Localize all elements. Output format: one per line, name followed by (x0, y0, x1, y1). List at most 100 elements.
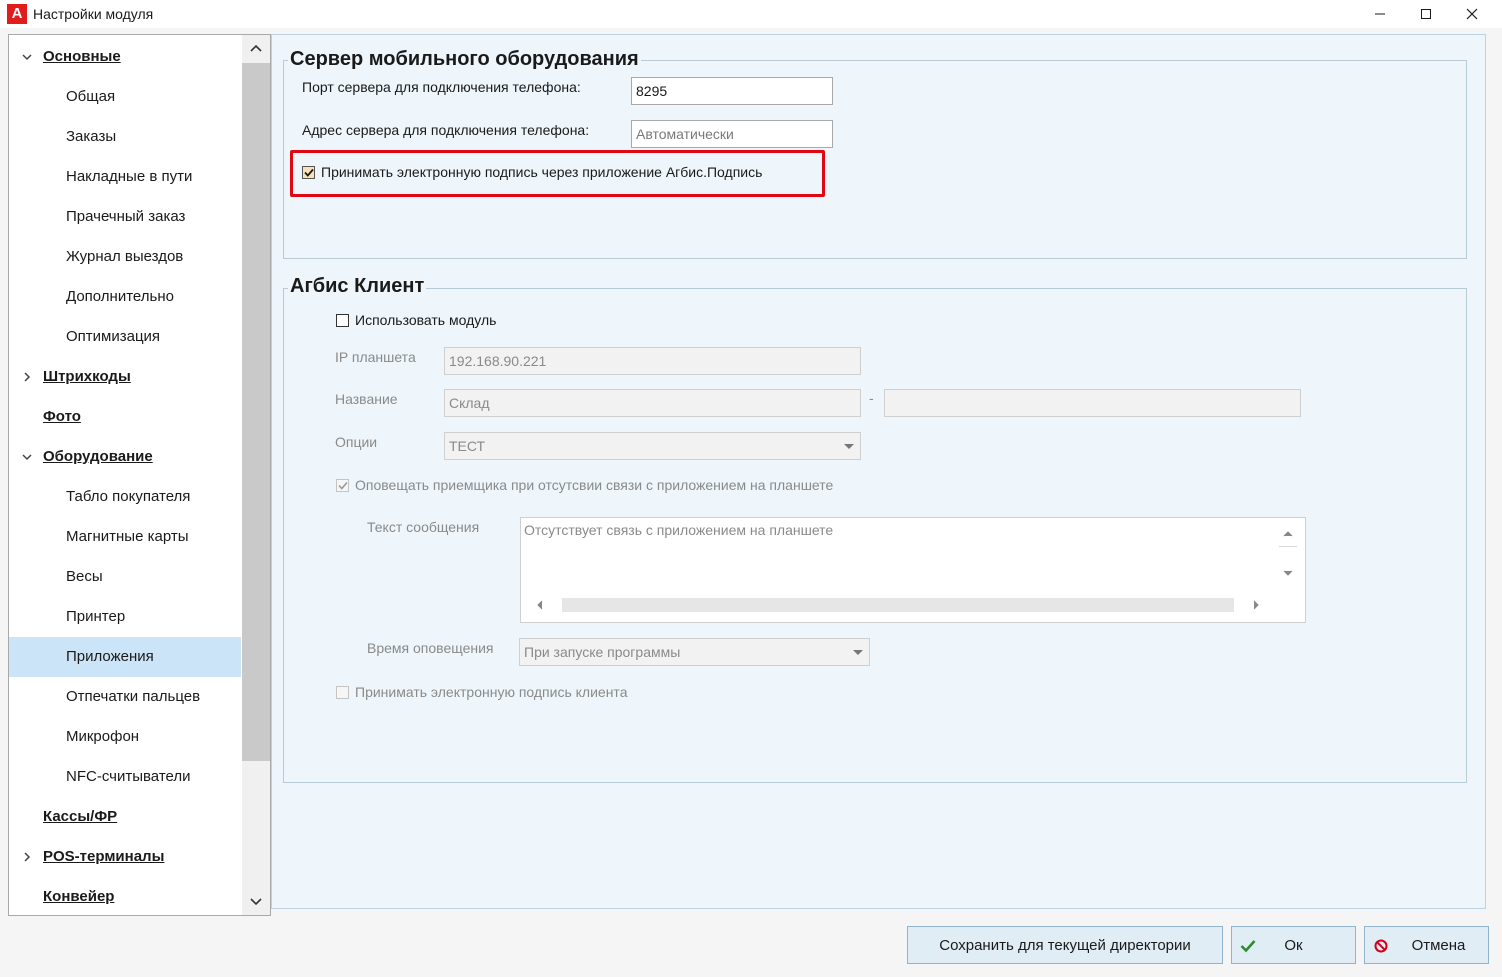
address-input[interactable]: Автоматически (631, 120, 833, 148)
tree-item[interactable]: Прачечный заказ (9, 197, 241, 237)
cancel-icon (1373, 938, 1389, 954)
tree-item[interactable]: Отпечатки пальцев (9, 677, 241, 717)
tree-scrollbar[interactable] (242, 35, 270, 915)
name-label: Название (335, 391, 398, 407)
chevron-down-icon[interactable] (20, 437, 34, 477)
scroll-down-button[interactable] (242, 889, 270, 915)
tree-item[interactable]: Общая (9, 77, 241, 117)
port-input[interactable]: 8295 (631, 77, 833, 105)
chevron-up-icon (250, 44, 262, 52)
tree-item-label: Прачечный заказ (66, 208, 186, 225)
window-title: Настройки модуля (33, 6, 154, 22)
tree-item-label: Оптимизация (66, 328, 161, 345)
cancel-button[interactable]: Отмена (1364, 926, 1489, 964)
tree-group-item[interactable]: Основные (9, 37, 241, 77)
tree-item-label: Конвейер (43, 888, 115, 905)
tree-group-item[interactable]: POS-терминалы (9, 837, 241, 877)
options-select-value: ТЕСТ (449, 438, 486, 454)
tree-item-label: POS-терминалы (43, 848, 165, 865)
tree-group-item[interactable]: Фото (9, 397, 241, 437)
app-logo-icon: A (7, 4, 27, 24)
message-textarea[interactable]: Отсутствует связь с приложением на планш… (520, 517, 1306, 623)
tree-item[interactable]: Приложения (9, 637, 241, 677)
cancel-label: Отмена (1411, 936, 1466, 954)
tree-group-item[interactable]: Штрихкоды (9, 357, 241, 397)
tree-item-label: Основные (43, 48, 121, 65)
tree-item[interactable]: Весы (9, 557, 241, 597)
save-for-directory-button[interactable]: Сохранить для текущей директории (907, 926, 1223, 964)
tree-item[interactable]: Оптимизация (9, 317, 241, 357)
scroll-up-icon[interactable] (1283, 530, 1293, 538)
highlight-frame (290, 150, 825, 197)
tree-item-label: Табло покупателя (66, 488, 191, 505)
chevron-down-icon (250, 898, 262, 906)
options-select[interactable]: ТЕСТ (444, 432, 861, 460)
minimize-button[interactable] (1357, 0, 1403, 28)
scroll-thumb[interactable] (242, 63, 270, 761)
close-button[interactable] (1449, 0, 1495, 28)
notify-label: Оповещать приемщика при отсутсвии связи … (355, 477, 834, 493)
tree-item-label: NFC-считыватели (66, 768, 191, 785)
ok-label: Ок (1284, 936, 1303, 954)
accept-client-signature-checkbox[interactable]: Принимать электронную подпись клиента (336, 684, 627, 700)
notify-checkbox[interactable]: Оповещать приемщика при отсутсвии связи … (336, 477, 833, 493)
tree-item-label: Микрофон (66, 728, 140, 745)
checkmark-icon (1240, 938, 1256, 954)
tree-item[interactable]: Табло покупателя (9, 477, 241, 517)
scroll-down-icon[interactable] (1283, 569, 1293, 577)
tree-item-label: Кассы/ФР (43, 808, 118, 825)
address-label: Адрес сервера для подключения телефона: (302, 122, 590, 138)
vscroll-divider (1279, 546, 1297, 547)
tree-group-item[interactable]: Оборудование (9, 437, 241, 477)
ok-button[interactable]: Ок (1231, 926, 1356, 964)
mobile-server-title: Сервер мобильного оборудования (288, 48, 641, 71)
chevron-right-icon[interactable] (20, 837, 34, 877)
tree-item[interactable]: Заказы (9, 117, 241, 157)
horizontal-scroll-track[interactable] (562, 598, 1234, 612)
tree-group-item[interactable]: Кассы/ФР (9, 797, 241, 837)
tree-item-label: Дополнительно (66, 288, 174, 305)
tree-group-item[interactable]: Конвейер (9, 877, 241, 915)
options-label: Опции (335, 434, 378, 450)
tree-item-label: Принтер (66, 608, 126, 625)
close-icon (1466, 8, 1478, 20)
dropdown-arrow-icon (853, 650, 863, 655)
accept-client-signature-label: Принимать электронную подпись клиента (355, 684, 628, 700)
checkbox-box[interactable] (336, 685, 349, 699)
chevron-right-icon[interactable] (20, 357, 34, 397)
tree-item[interactable]: Принтер (9, 597, 241, 637)
scroll-right-icon[interactable] (1252, 600, 1260, 610)
checkbox-box[interactable] (336, 478, 349, 492)
tree-item[interactable]: NFC-считыватели (9, 757, 241, 797)
scroll-left-icon[interactable] (536, 600, 544, 610)
maximize-button[interactable] (1403, 0, 1449, 28)
tree-item-label: Общая (66, 88, 116, 105)
message-label: Текст сообщения (367, 519, 480, 535)
maximize-icon (1421, 9, 1431, 19)
ip-label: IP планшета (335, 349, 416, 365)
use-module-label: Использовать модуль (355, 312, 497, 328)
tree-item-label: Магнитные карты (66, 528, 189, 545)
tree-item-label: Фото (43, 408, 81, 425)
tree-item-label: Оборудование (43, 448, 153, 465)
use-module-checkbox[interactable]: Использовать модуль (336, 312, 496, 328)
scroll-up-button[interactable] (242, 35, 270, 61)
name-input-2[interactable] (884, 389, 1301, 417)
checkbox-box[interactable] (336, 313, 349, 327)
name-input[interactable]: Склад (444, 389, 861, 417)
tree-item[interactable]: Магнитные карты (9, 517, 241, 557)
save-for-directory-label: Сохранить для текущей директории (939, 936, 1191, 954)
settings-tree: Основные Общая Заказы Накладные в пути Праче… (8, 34, 271, 916)
tree-item-label: Весы (66, 568, 103, 585)
tree-item[interactable]: Дополнительно (9, 277, 241, 317)
port-label: Порт сервера для подключения телефона: (302, 79, 581, 95)
notify-time-value: При запуске программы (524, 644, 681, 660)
tree-item-label: Журнал выездов (66, 248, 184, 265)
tree-item[interactable]: Накладные в пути (9, 157, 241, 197)
tree-item[interactable]: Микрофон (9, 717, 241, 757)
notify-time-select[interactable]: При запуске программы (519, 638, 870, 666)
ip-input[interactable]: 192.168.90.221 (444, 347, 861, 375)
chevron-down-icon[interactable] (20, 37, 34, 77)
tree-item[interactable]: Журнал выездов (9, 237, 241, 277)
tree-item-label: Накладные в пути (66, 168, 193, 185)
